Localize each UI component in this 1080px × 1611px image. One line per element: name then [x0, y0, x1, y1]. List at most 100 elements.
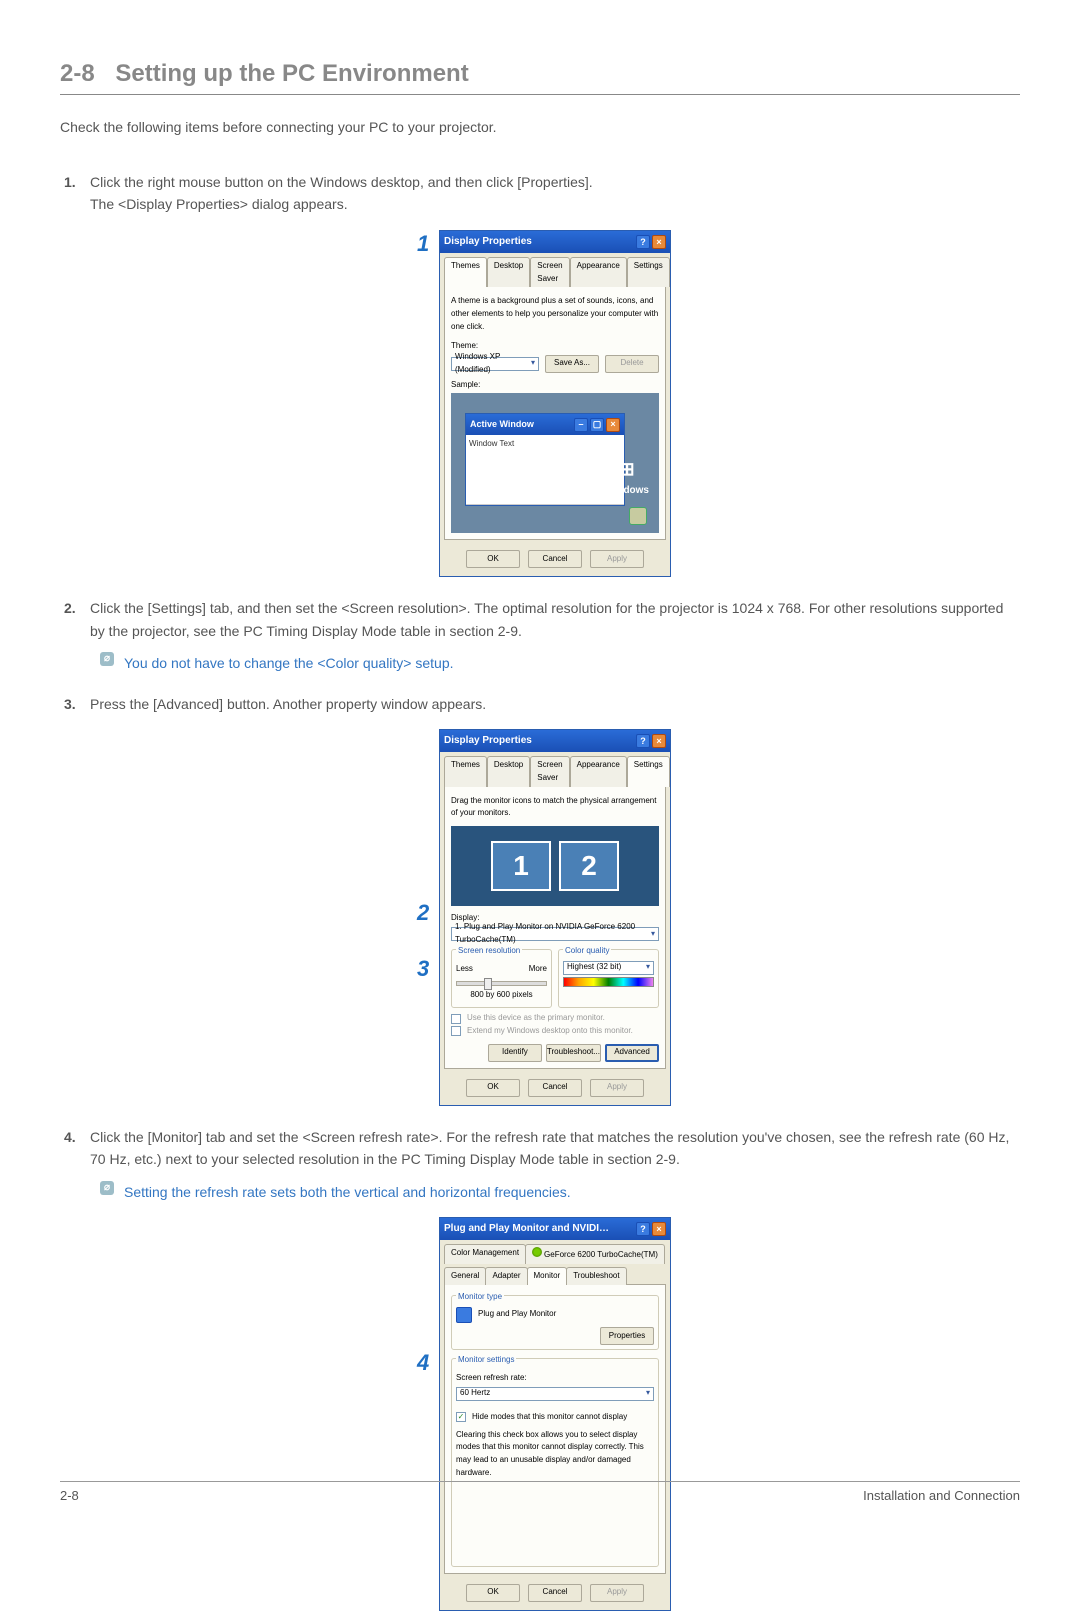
monitor-1[interactable]: 1: [491, 841, 551, 891]
help-icon[interactable]: ?: [636, 734, 650, 748]
monitor-2[interactable]: 2: [559, 841, 619, 891]
monitor-properties-dialog: Plug and Play Monitor and NVIDIA GeForce…: [439, 1217, 671, 1611]
step-number: 2.: [64, 597, 76, 619]
tab-screensaver[interactable]: Screen Saver: [530, 756, 569, 787]
tab-screensaver[interactable]: Screen Saver: [530, 257, 569, 288]
primary-label: Use this device as the primary monitor.: [467, 1012, 605, 1025]
step-number: 1.: [64, 171, 76, 193]
sample-window-text: Window Text: [466, 435, 624, 505]
ok-button[interactable]: OK: [466, 1584, 520, 1602]
note-row: ⌀ Setting the refresh rate sets both the…: [100, 1181, 1020, 1203]
hide-modes-desc: Clearing this check box allows you to se…: [456, 1429, 654, 1480]
refresh-label: Screen refresh rate:: [456, 1372, 654, 1385]
tab-geforce-label: GeForce 6200 TurboCache(TM): [544, 1250, 658, 1259]
tab-color-management[interactable]: Color Management: [444, 1244, 526, 1264]
troubleshoot-button[interactable]: Troubleshoot...: [546, 1044, 601, 1062]
windows-logo: ⊞ Windows: [605, 455, 649, 500]
close-icon[interactable]: ×: [652, 734, 666, 748]
cancel-button[interactable]: Cancel: [528, 1584, 582, 1602]
drag-desc: Drag the monitor icons to match the phys…: [451, 795, 659, 821]
apply-button: Apply: [590, 1584, 644, 1602]
tab-monitor[interactable]: Monitor: [527, 1267, 568, 1285]
properties-button[interactable]: Properties: [600, 1327, 654, 1345]
callout-3: 3: [417, 951, 429, 986]
hide-modes-label: Hide modes that this monitor cannot disp…: [472, 1411, 627, 1424]
section-heading: 2-8 Setting up the PC Environment: [60, 60, 1020, 95]
advanced-button[interactable]: Advanced: [605, 1044, 659, 1062]
tab-desktop[interactable]: Desktop: [487, 257, 530, 288]
display-value: 1. Plug and Play Monitor on NVIDIA GeFor…: [455, 921, 648, 947]
tab-desktop[interactable]: Desktop: [487, 756, 530, 787]
primary-checkbox: [451, 1014, 461, 1024]
tab-general[interactable]: General: [444, 1267, 486, 1285]
extend-label: Extend my Windows desktop onto this moni…: [467, 1025, 633, 1038]
windows-logo-text: Windows: [605, 483, 649, 499]
help-icon[interactable]: ?: [636, 1222, 650, 1236]
tab-troubleshoot[interactable]: Troubleshoot: [566, 1267, 626, 1285]
section-number: 2-8: [60, 60, 95, 87]
titlebar[interactable]: Display Properties ? ×: [440, 231, 670, 253]
nvidia-icon: [532, 1247, 542, 1257]
titlebar[interactable]: Display Properties ? ×: [440, 730, 670, 752]
minimize-icon: –: [574, 418, 588, 432]
close-icon[interactable]: ×: [652, 1222, 666, 1236]
color-quality-legend: Color quality: [563, 945, 611, 958]
help-icon[interactable]: ?: [636, 235, 650, 249]
save-as-button[interactable]: Save As...: [545, 355, 599, 373]
extend-checkbox: [451, 1026, 461, 1036]
apply-button: Apply: [590, 1079, 644, 1097]
screen-resolution-legend: Screen resolution: [456, 945, 522, 958]
refresh-value: 60 Hertz: [460, 1387, 490, 1400]
note-text: You do not have to change the <Color qua…: [124, 652, 454, 674]
display-properties-themes-dialog: Display Properties ? × Themes Desktop Sc…: [439, 230, 671, 578]
step-1-line2: The <Display Properties> dialog appears.: [90, 196, 348, 212]
theme-description: A theme is a background plus a set of so…: [451, 295, 659, 333]
step-4: 4. Click the [Monitor] tab and set the <…: [64, 1126, 1020, 1611]
footer-right: Installation and Connection: [863, 1488, 1020, 1503]
color-quality-select[interactable]: Highest (32 bit): [563, 961, 654, 975]
tab-themes[interactable]: Themes: [444, 257, 487, 288]
monitor-settings-legend: Monitor settings: [456, 1354, 516, 1367]
resolution-text: 800 by 600 pixels: [456, 989, 547, 1002]
delete-button: Delete: [605, 355, 659, 373]
dialog-title: Plug and Play Monitor and NVIDIA GeForce…: [444, 1221, 614, 1237]
display-properties-settings-dialog: Display Properties ? × Themes Desktop Sc…: [439, 729, 671, 1106]
color-quality-value: Highest (32 bit): [567, 961, 621, 974]
tab-adapter[interactable]: Adapter: [485, 1267, 527, 1285]
tab-appearance[interactable]: Appearance: [570, 257, 627, 288]
sample-active-window: Active Window – ▢ × Window Text: [465, 413, 625, 505]
tab-settings[interactable]: Settings: [627, 257, 670, 288]
tab-appearance[interactable]: Appearance: [570, 756, 627, 787]
intro-paragraph: Check the following items before connect…: [60, 119, 1020, 135]
monitor-type-legend: Monitor type: [456, 1291, 504, 1304]
less-label: Less: [456, 963, 473, 976]
resolution-slider[interactable]: [456, 981, 547, 986]
cancel-button[interactable]: Cancel: [528, 550, 582, 568]
ok-button[interactable]: OK: [466, 1079, 520, 1097]
monitor-name: Plug and Play Monitor: [478, 1308, 556, 1321]
refresh-rate-select[interactable]: 60 Hertz: [456, 1387, 654, 1401]
tab-geforce[interactable]: GeForce 6200 TurboCache(TM): [525, 1244, 665, 1264]
ok-button[interactable]: OK: [466, 550, 520, 568]
close-icon[interactable]: ×: [652, 235, 666, 249]
callout-1: 1: [417, 226, 429, 261]
recycle-bin-icon: [629, 507, 647, 525]
display-select[interactable]: 1. Plug and Play Monitor on NVIDIA GeFor…: [451, 927, 659, 941]
tab-settings[interactable]: Settings: [627, 756, 670, 787]
callout-4: 4: [417, 1345, 429, 1380]
step-1: 1. Click the right mouse button on the W…: [64, 171, 1020, 577]
hide-modes-checkbox[interactable]: ✓: [456, 1412, 466, 1422]
sample-label: Sample:: [451, 379, 659, 392]
titlebar[interactable]: Plug and Play Monitor and NVIDIA GeForce…: [440, 1218, 670, 1240]
cancel-button[interactable]: Cancel: [528, 1079, 582, 1097]
color-bar: [563, 977, 654, 987]
section-title-text: Setting up the PC Environment: [115, 60, 468, 87]
tab-themes[interactable]: Themes: [444, 756, 487, 787]
dialog-title: Display Properties: [444, 733, 532, 749]
step-2: 2. Click the [Settings] tab, and then se…: [64, 597, 1020, 674]
callout-2: 2: [417, 895, 429, 930]
identify-button[interactable]: Identify: [488, 1044, 542, 1062]
monitor-arrangement[interactable]: 1 2: [451, 826, 659, 906]
note-icon: ⌀: [100, 652, 114, 666]
theme-select[interactable]: Windows XP (Modified): [451, 357, 539, 371]
